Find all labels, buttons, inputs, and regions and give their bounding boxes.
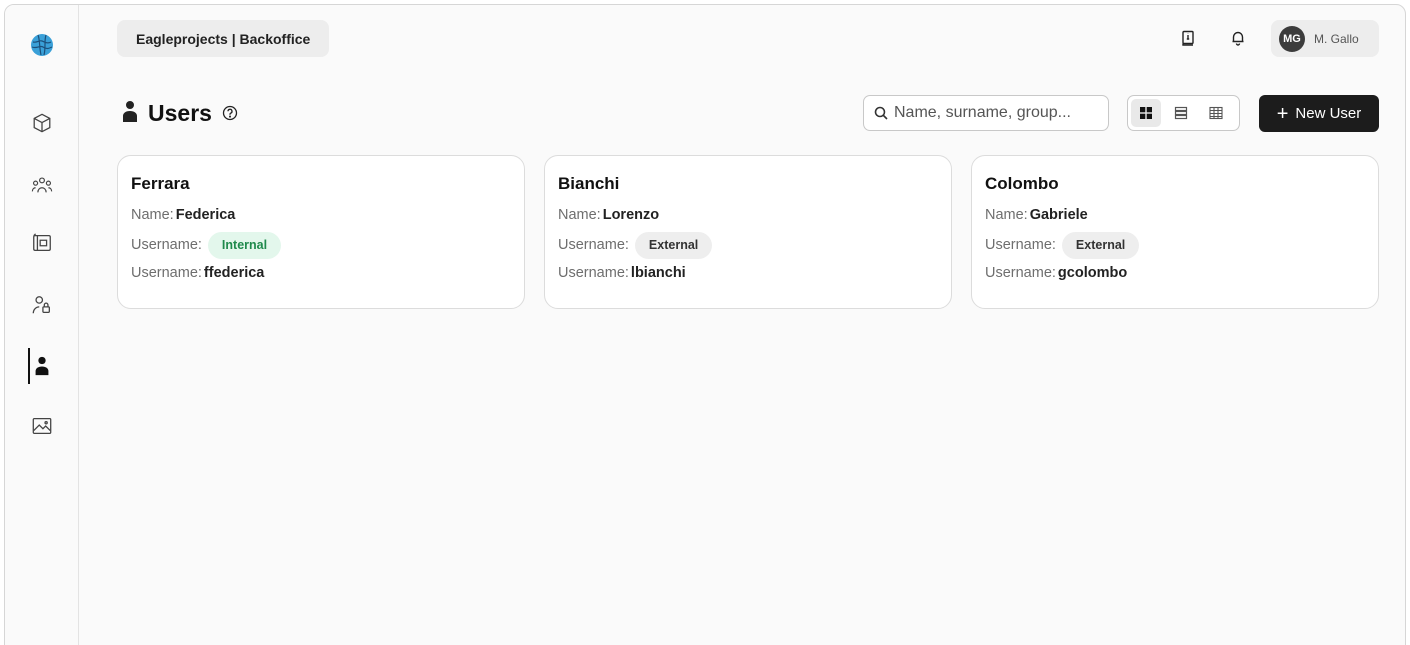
name-value: Federica xyxy=(175,207,236,223)
book-info-icon[interactable] xyxy=(1177,27,1199,49)
avatar: MG xyxy=(1279,25,1305,52)
view-toggle xyxy=(1127,95,1240,131)
cube-icon[interactable] xyxy=(5,103,79,143)
image-icon[interactable] xyxy=(5,406,79,446)
person-icon[interactable] xyxy=(5,346,79,386)
status-badge: Internal xyxy=(207,231,282,259)
board-icon[interactable] xyxy=(5,223,79,263)
user-surname: Colombo xyxy=(985,174,1059,193)
name-label: Name: xyxy=(558,207,601,223)
type-label: Username: xyxy=(558,237,629,253)
search-field[interactable] xyxy=(863,95,1109,131)
table-icon xyxy=(1209,106,1223,120)
person-icon xyxy=(121,100,139,127)
name-label: Name: xyxy=(985,207,1028,223)
user-card[interactable]: Bianchi Name: Lorenzo Username: External… xyxy=(544,155,952,309)
username-row: Username: ffederica xyxy=(131,264,524,282)
user-card[interactable]: Ferrara Name: Federica Username: Interna… xyxy=(117,155,525,309)
user-card[interactable]: Colombo Name: Gabriele Username: Externa… xyxy=(971,155,1379,309)
name-label: Name: xyxy=(131,207,174,223)
username-row: Username: gcolombo xyxy=(985,264,1378,282)
list-icon xyxy=(1174,106,1188,120)
username-label: Username: xyxy=(558,265,629,281)
search-icon xyxy=(874,106,888,120)
table-view-button[interactable] xyxy=(1201,99,1231,127)
list-view-button[interactable] xyxy=(1166,99,1196,127)
status-badge: External xyxy=(634,231,713,259)
plus-icon: + xyxy=(1276,102,1289,125)
username-value: gcolombo xyxy=(1057,265,1128,281)
type-row: Username: External xyxy=(985,231,1378,259)
username-value: ffederica xyxy=(203,265,265,281)
type-label: Username: xyxy=(131,237,202,253)
page-title-text: Users xyxy=(148,99,212,126)
status-badge: External xyxy=(1061,231,1140,259)
new-user-button[interactable]: + New User xyxy=(1259,95,1379,132)
username-label: Username: xyxy=(985,265,1056,281)
user-surname: Ferrara xyxy=(131,174,190,193)
type-row: Username: External xyxy=(558,231,951,259)
user-lock-icon[interactable] xyxy=(5,285,79,325)
username-label: Username: xyxy=(131,265,202,281)
user-name: M. Gallo xyxy=(1314,31,1359,46)
help-icon[interactable] xyxy=(222,105,238,121)
app-brand[interactable]: Eagleprojects | Backoffice xyxy=(117,20,330,57)
app-window: Eagleprojects | Backoffice MG M. Gallo U… xyxy=(4,4,1406,645)
grid-icon xyxy=(1140,107,1152,119)
search-input[interactable] xyxy=(894,104,1104,122)
name-value: Lorenzo xyxy=(602,207,660,223)
type-label: Username: xyxy=(985,237,1056,253)
grid-view-button[interactable] xyxy=(1131,99,1161,127)
username-row: Username: lbianchi xyxy=(558,264,951,282)
bell-icon[interactable] xyxy=(1227,27,1249,49)
name-row: Name: Federica xyxy=(131,206,524,224)
new-user-label: New User xyxy=(1295,105,1362,122)
page-title: Users xyxy=(121,97,238,129)
group-icon[interactable] xyxy=(5,165,79,205)
globe-logo-icon[interactable] xyxy=(5,25,79,65)
sidebar xyxy=(5,5,79,645)
user-menu[interactable]: MG M. Gallo xyxy=(1271,20,1379,57)
name-row: Name: Lorenzo xyxy=(558,206,951,224)
name-row: Name: Gabriele xyxy=(985,206,1378,224)
type-row: Username: Internal xyxy=(131,231,524,259)
name-value: Gabriele xyxy=(1029,207,1088,223)
username-value: lbianchi xyxy=(630,265,686,281)
user-surname: Bianchi xyxy=(558,174,620,193)
